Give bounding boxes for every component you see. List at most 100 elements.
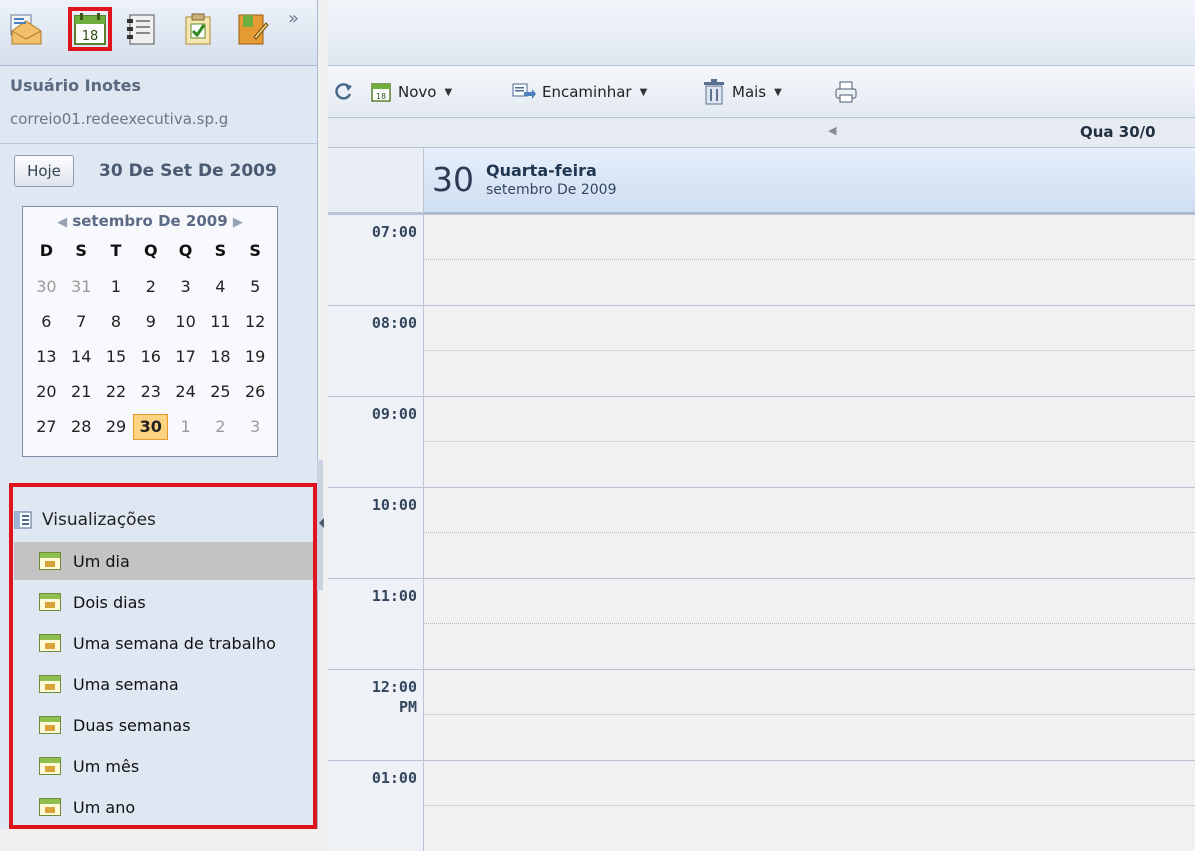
hour-row: 01:00 xyxy=(328,760,1195,851)
mini-calendar-today[interactable]: 30 xyxy=(133,414,169,440)
print-button[interactable] xyxy=(834,78,858,106)
hour-gutter: 09:00 xyxy=(328,396,424,487)
view-item[interactable]: Um mês xyxy=(14,747,314,785)
hour-label-suffix: PM xyxy=(398,698,417,716)
mini-calendar-day[interactable]: 2 xyxy=(133,274,168,300)
hour-label-time: 07:00 xyxy=(371,223,417,241)
view-item[interactable]: Duas semanas xyxy=(14,706,314,744)
hour-gutter: 08:00 xyxy=(328,305,424,396)
view-item[interactable]: Um ano xyxy=(14,788,314,826)
more-button-label: Mais xyxy=(732,83,767,101)
mini-calendar-day[interactable]: 5 xyxy=(238,274,273,300)
hour-row: 10:00 xyxy=(328,487,1195,578)
hour-label: 08:00 xyxy=(372,313,417,333)
mini-calendar-day[interactable]: 1 xyxy=(168,414,203,440)
view-item[interactable]: Uma semana xyxy=(14,665,314,703)
new-button-label: Novo xyxy=(398,83,437,101)
hour-gutter: 12:00 PM xyxy=(328,669,424,760)
hour-label: 01:00 xyxy=(372,768,417,788)
hour-label: 10:00 xyxy=(372,495,417,515)
mini-calendar-day[interactable]: 11 xyxy=(203,309,238,335)
mini-calendar-day[interactable]: 19 xyxy=(238,344,273,370)
more-apps-chevron-icon[interactable]: » xyxy=(288,8,299,29)
mini-calendar-day[interactable]: 4 xyxy=(203,274,238,300)
mini-calendar-day[interactable]: 9 xyxy=(133,309,168,335)
views-header-label: Visualizações xyxy=(42,510,156,530)
day-header-gutter xyxy=(328,148,424,214)
day-header-column[interactable] xyxy=(424,148,1195,214)
mini-calendar-weekdays: DSTQQSS xyxy=(29,238,273,264)
mini-calendar-day[interactable]: 2 xyxy=(203,414,238,440)
mini-calendar-day[interactable]: 3 xyxy=(238,414,273,440)
weekday-header: T xyxy=(110,241,122,260)
mini-calendar-day[interactable]: 22 xyxy=(99,379,134,405)
mini-calendar-day[interactable]: 31 xyxy=(64,274,99,300)
view-item[interactable]: Um dia xyxy=(14,542,314,580)
mini-calendar-day[interactable]: 10 xyxy=(168,309,203,335)
new-dropdown-arrow-icon[interactable]: ▼ xyxy=(444,87,452,98)
new-button[interactable]: 18 Novo ▼ xyxy=(370,78,452,106)
notebook-icon[interactable] xyxy=(234,11,270,47)
hour-label-time: 12:00 xyxy=(371,678,417,696)
mini-calendar-header: ◀ setembro De 2009 ▶ xyxy=(23,207,277,235)
views-header: Visualizações xyxy=(14,504,156,536)
forward-button[interactable]: Encaminhar ▼ xyxy=(512,78,647,106)
mini-calendar-day[interactable]: 18 xyxy=(203,344,238,370)
prev-month-arrow-icon[interactable]: ◀ xyxy=(57,215,67,230)
mini-calendar-week: 27 28 29 30 1 2 3 xyxy=(29,414,273,440)
calendar-view-icon xyxy=(39,798,61,816)
mini-calendar-day[interactable]: 25 xyxy=(203,379,238,405)
mini-calendar-day[interactable]: 24 xyxy=(168,379,203,405)
refresh-button[interactable] xyxy=(332,78,354,106)
contacts-icon[interactable] xyxy=(124,11,160,47)
calendar-view-icon xyxy=(39,593,61,611)
mini-calendar-day[interactable]: 14 xyxy=(64,344,99,370)
top-strip xyxy=(328,0,1195,66)
more-button[interactable]: Mais ▼ xyxy=(702,78,782,106)
mini-calendar-day[interactable]: 23 xyxy=(133,379,168,405)
panel-splitter[interactable] xyxy=(317,460,327,590)
forward-dropdown-arrow-icon[interactable]: ▼ xyxy=(640,87,648,98)
mail-icon[interactable] xyxy=(8,11,44,47)
view-item-label: Uma semana de trabalho xyxy=(73,633,276,653)
half-hour-divider xyxy=(424,350,1195,351)
mini-calendar-day[interactable]: 15 xyxy=(99,344,134,370)
hour-gutter: 11:00 xyxy=(328,578,424,669)
mini-calendar-day[interactable]: 13 xyxy=(29,344,64,370)
mini-calendar-day[interactable]: 12 xyxy=(238,309,273,335)
hour-row: 11:00 xyxy=(328,578,1195,669)
next-month-arrow-icon[interactable]: ▶ xyxy=(233,215,243,230)
mini-calendar-day[interactable]: 29 xyxy=(99,414,134,440)
mini-calendar-day[interactable]: 17 xyxy=(168,344,203,370)
mini-calendar-day[interactable]: 1 xyxy=(99,274,134,300)
previous-day-arrow-icon[interactable]: ◀ xyxy=(828,124,836,137)
hour-label-time: 10:00 xyxy=(371,496,417,514)
mini-calendar-day[interactable]: 27 xyxy=(29,414,64,440)
more-dropdown-arrow-icon[interactable]: ▼ xyxy=(774,87,782,98)
tasks-icon[interactable] xyxy=(180,11,216,47)
mini-calendar-day[interactable]: 8 xyxy=(99,309,134,335)
calendar-view-icon xyxy=(39,634,61,652)
collapse-arrow-icon[interactable] xyxy=(319,518,324,528)
mini-calendar-day[interactable]: 7 xyxy=(64,309,99,335)
mini-calendar-week: 20 21 22 23 24 25 26 xyxy=(29,379,273,405)
hour-label: 09:00 xyxy=(372,404,417,424)
view-item-label: Um ano xyxy=(73,797,136,817)
calendar-icon[interactable]: 18 xyxy=(68,7,112,51)
mini-calendar-day[interactable]: 3 xyxy=(168,274,203,300)
mini-calendar-day[interactable]: 21 xyxy=(64,379,99,405)
view-item[interactable]: Dois dias xyxy=(14,583,314,621)
hour-label-time: 08:00 xyxy=(371,314,417,332)
mini-calendar-day[interactable]: 30 xyxy=(29,274,64,300)
mini-calendar-day[interactable]: 26 xyxy=(238,379,273,405)
mini-calendar-day[interactable]: 6 xyxy=(29,309,64,335)
half-hour-divider xyxy=(424,532,1195,533)
mini-calendar-day[interactable]: 16 xyxy=(133,344,168,370)
trash-icon xyxy=(704,79,724,105)
today-button[interactable]: Hoje xyxy=(14,155,74,187)
mini-calendar-day[interactable]: 20 xyxy=(29,379,64,405)
mini-calendar-day[interactable]: 28 xyxy=(64,414,99,440)
view-item[interactable]: Uma semana de trabalho xyxy=(14,624,314,662)
forward-button-label: Encaminhar xyxy=(542,83,632,101)
weekday-name: Quarta-feira xyxy=(486,161,597,180)
